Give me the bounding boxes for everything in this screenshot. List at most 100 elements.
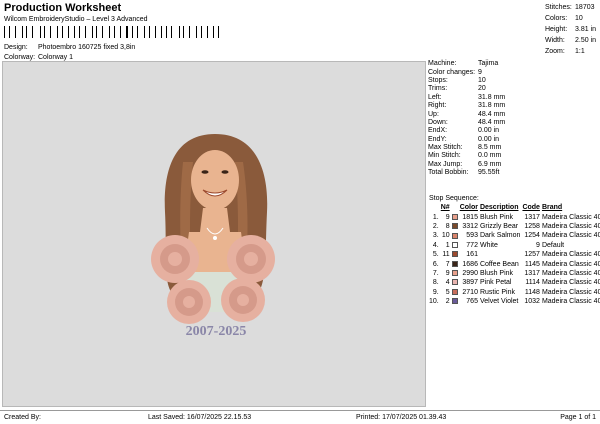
thread-brand: Madeira Classic 40 [541,232,600,240]
info-row: Down: 48.4 mm [428,119,598,127]
barcode-bar [189,26,190,38]
needle-number: 8 [445,222,450,230]
info-label: Up: [428,110,439,118]
thread-brand: Madeira Classic 40 [541,269,600,277]
barcode-bar [171,26,173,38]
thread-brand: Madeira Classic 40 [541,298,600,306]
barcode-bar [125,26,128,38]
needle-number: 9 [445,213,450,221]
info-value: Tajima [478,60,499,68]
barcode-bar [67,26,69,38]
stop-sequence-title-row: Stop Sequence: [428,194,600,203]
barcode-bar [100,26,101,38]
thread-brand: Madeira Classic 40 [541,279,600,287]
thread-brand: Madeira Classic 40 [541,213,600,221]
barcode-bar [215,26,216,38]
stop-sequence-header: N# Color Description Code Brand [428,203,600,212]
barcode-bar [109,26,111,38]
embroidery-design: 2007-2025 [151,134,275,339]
barcode-bar [58,26,60,38]
info-value: 0.0 mm [478,152,502,160]
barcode-bar [66,26,67,38]
stat-height: Height: 3.81 in [544,24,598,35]
swatch-icon [451,223,458,230]
stop-sequence-table: Stop Sequence: N# Color Description Code… [428,194,600,306]
info-label: Color changes: [428,68,476,76]
barcode-bar [131,26,133,38]
stat-label: Stitches: [545,4,572,11]
stop-number: 8. [432,279,439,287]
needle-number: 5 [445,288,450,296]
barcode-bar [183,26,185,38]
color-code: 1317 [524,269,540,277]
thread-brand: Madeira Classic 40 [541,260,600,268]
stat-value: 10 [575,15,583,22]
barcode-bar [61,26,64,38]
footer: Created By: Last Saved: 16/07/2025 22.15… [0,410,600,424]
stop-number: 6. [432,260,439,268]
color-code: 1148 [524,288,540,296]
col-n: N# [440,204,450,212]
color-number: 593 [466,232,478,240]
info-label: EndY: [428,135,447,143]
info-row: EndY: 0.00 in [428,136,598,144]
info-label: Machine: [428,60,457,68]
info-row: Trims: 20 [428,85,598,93]
swatch-icon [451,241,458,248]
barcode-bar [23,26,25,38]
color-swatch [451,222,459,231]
barcode-bar [18,26,19,38]
color-number: 2710 [462,288,478,296]
color-code: 1317 [524,213,540,221]
info-row: Max Jump: 6.9 mm [428,161,598,169]
swatch-icon [451,288,458,295]
stop-row: 1. 9 1815 Blush Pink 1317 Madeira Classic 40 [428,212,600,221]
barcode-bar [191,26,193,38]
info-value: 6.9 mm [478,160,502,168]
stop-row: 10. 2 765 Velvet Violet 1032 Madeira Classic … [428,297,600,306]
barcode-bar [30,26,32,38]
page-number: Page 1 of 1 [560,414,596,421]
stat-stitches: Stitches: 18703 [544,2,598,13]
info-value: 48.4 mm [478,118,506,126]
barcode-bar [160,26,163,38]
barcode-bar [148,26,150,38]
barcode-bar [217,26,220,38]
color-code: 9 [536,241,540,249]
col-description: Description [479,204,519,212]
barcode-bar [187,26,189,38]
barcode-bar [143,26,145,38]
stop-number: 7. [432,269,439,277]
needle-number: 4 [445,279,450,287]
col-brand: Brand [541,204,563,212]
col-color: Color [459,204,478,212]
color-code: 1145 [524,260,540,268]
stop-sequence-title: Stop Sequence: [429,195,479,203]
barcode-bar [14,26,17,38]
info-row: EndX: 0.00 in [428,127,598,135]
barcode-bar [56,26,58,38]
swatch-icon [451,213,458,220]
color-swatch [451,241,459,250]
stat-value: 18703 [575,4,595,11]
info-label: Right: [428,102,447,110]
barcode-bar [43,26,46,38]
barcode-bar [135,26,136,38]
color-swatch [451,269,459,278]
info-label: Total Bobbin: [428,169,469,177]
info-value: 8.5 mm [478,144,502,152]
info-value: 95.55ft [478,169,500,177]
info-value: 31.8 mm [478,102,506,110]
face-shape [191,150,239,210]
color-description: Pink Petal [479,279,512,287]
barcode-bar [26,26,28,38]
info-label: Max Stitch: [428,144,463,152]
rose-bottom-left [167,280,211,324]
rose-bottom-right [221,278,265,322]
barcode-bar [128,26,130,38]
needle-number: 11 [442,251,450,259]
barcode-bar [200,26,202,38]
thread-brand: Madeira Classic 40 [541,251,600,259]
color-swatch [451,259,459,268]
color-swatch [451,212,459,221]
